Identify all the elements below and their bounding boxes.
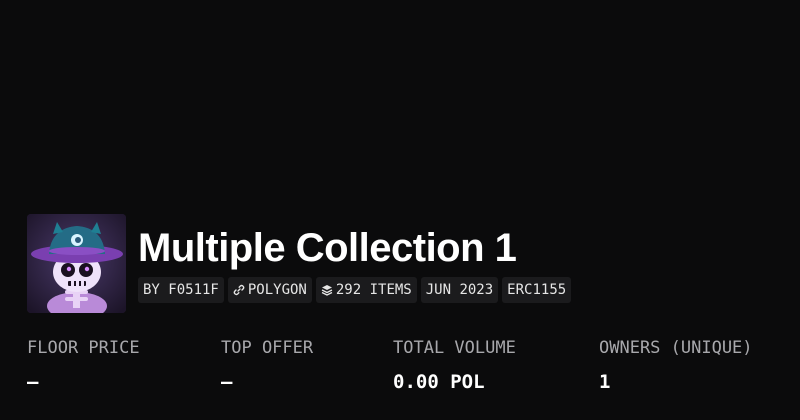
collection-avatar — [27, 214, 126, 313]
owners-stat: OWNERS (UNIQUE) 1 — [599, 336, 753, 394]
link-icon — [233, 284, 245, 296]
layers-icon — [321, 284, 333, 296]
floor-price-stat: FLOOR PRICE — — [27, 336, 140, 394]
owners-label: OWNERS (UNIQUE) — [599, 338, 753, 358]
collection-stats: FLOOR PRICE — TOP OFFER — TOTAL VOLUME 0… — [27, 336, 787, 396]
creator-label: BY F0511F — [143, 282, 219, 298]
creator-chip[interactable]: BY F0511F — [138, 277, 224, 303]
skeleton-avatar-image — [27, 214, 126, 313]
floor-price-label: FLOOR PRICE — [27, 338, 140, 358]
top-offer-value: — — [221, 371, 233, 393]
collection-meta-chips: BY F0511F POLYGON 292 ITEMS JUN 2023 ERC… — [138, 277, 572, 303]
chain-label: POLYGON — [247, 282, 307, 298]
items-label: 292 ITEMS — [335, 282, 412, 298]
owners-value: 1 — [599, 371, 611, 393]
total-volume-label: TOTAL VOLUME — [393, 338, 516, 358]
total-volume-stat: TOTAL VOLUME 0.00 POL — [393, 336, 516, 394]
date-chip: JUN 2023 — [420, 277, 499, 303]
collection-title: Multiple Collection 1 — [138, 226, 517, 270]
date-label: JUN 2023 — [425, 282, 494, 298]
standard-label: ERC1155 — [507, 282, 567, 298]
floor-price-value: — — [27, 371, 39, 393]
standard-chip: ERC1155 — [502, 277, 572, 303]
top-offer-label: TOP OFFER — [221, 338, 314, 358]
total-volume-value: 0.00 POL — [393, 371, 485, 393]
top-offer-stat: TOP OFFER — — [221, 336, 313, 394]
items-chip[interactable]: 292 ITEMS — [315, 277, 417, 303]
chain-chip[interactable]: POLYGON — [227, 277, 312, 303]
